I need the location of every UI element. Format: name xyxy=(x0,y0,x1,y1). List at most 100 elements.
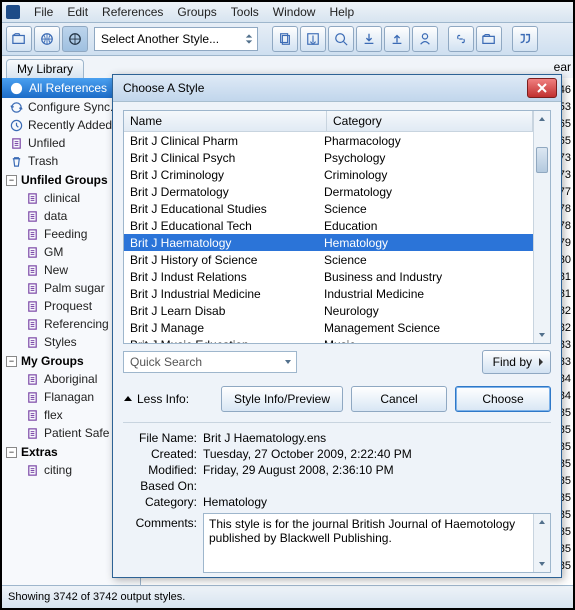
sidebar-item-label: Aboriginal xyxy=(44,372,97,386)
open-icon[interactable] xyxy=(476,26,502,52)
row-name: Brit J Dermatology xyxy=(124,185,320,199)
sidebar-item-label: Recently Added xyxy=(28,118,112,132)
list-row[interactable]: Brit J Music EducationMusic xyxy=(124,336,533,343)
sidebar-item-label: clinical xyxy=(44,191,80,205)
created-label: Created: xyxy=(123,447,203,461)
dialog-titlebar: Choose A Style xyxy=(113,75,561,102)
truncated-tab[interactable]: ear xyxy=(554,60,571,74)
row-name: Brit J Music Education xyxy=(124,338,320,344)
column-header-category[interactable]: Category xyxy=(327,111,533,131)
style-info-preview-button[interactable]: Style Info/Preview xyxy=(221,386,343,412)
comments-label: Comments: xyxy=(123,513,203,573)
column-header-name[interactable]: Name xyxy=(124,111,327,131)
list-row[interactable]: Brit J HaematologyHematology xyxy=(124,234,533,251)
globe-selected-icon[interactable] xyxy=(62,26,88,52)
row-name: Brit J Industrial Medicine xyxy=(124,287,320,301)
choose-style-dialog: Choose A Style Name Category Brit J Clin… xyxy=(112,74,562,578)
menu-window[interactable]: Window xyxy=(273,5,316,19)
user-icon[interactable] xyxy=(412,26,438,52)
list-row[interactable]: Brit J Indust RelationsBusiness and Indu… xyxy=(124,268,533,285)
find-by-button[interactable]: Find by xyxy=(482,350,551,374)
folder-new-icon[interactable] xyxy=(6,26,32,52)
menu-groups[interactable]: Groups xyxy=(177,5,216,19)
menu-bar: File Edit References Groups Tools Window… xyxy=(2,2,573,23)
list-row[interactable]: Brit J DermatologyDermatology xyxy=(124,183,533,200)
scrollbar[interactable] xyxy=(533,111,550,343)
close-button[interactable] xyxy=(527,78,557,98)
sidebar-item-label: Palm sugar xyxy=(44,281,105,295)
list-row[interactable]: Brit J Educational TechEducation xyxy=(124,217,533,234)
row-name: Brit J Haematology xyxy=(124,236,320,250)
sidebar-item-label: Referencing xyxy=(44,317,109,331)
sidebar-item-label: Trash xyxy=(28,154,58,168)
insert-icon[interactable] xyxy=(300,26,326,52)
sidebar-item-label: Styles xyxy=(44,335,77,349)
created-value: Tuesday, 27 October 2009, 2:22:40 PM xyxy=(203,447,551,461)
modified-label: Modified: xyxy=(123,463,203,477)
category-value: Hematology xyxy=(203,495,551,509)
list-rows[interactable]: Brit J Clinical PharmPharmacologyBrit J … xyxy=(124,132,533,343)
collapse-icon: − xyxy=(6,447,17,458)
link-icon[interactable] xyxy=(448,26,474,52)
sidebar-item-label: data xyxy=(44,209,67,223)
collapse-up-icon xyxy=(123,394,133,404)
list-header: Name Category xyxy=(124,111,533,132)
menu-file[interactable]: File xyxy=(34,5,53,19)
export-icon[interactable] xyxy=(384,26,410,52)
scroll-down-icon[interactable] xyxy=(534,327,550,343)
sidebar-item-label: Proquest xyxy=(44,299,92,313)
cancel-button[interactable]: Cancel xyxy=(351,386,447,412)
globe-icon[interactable] xyxy=(34,26,60,52)
sidebar-item-label: Flanagan xyxy=(44,390,94,404)
comments-textarea[interactable]: This style is for the journal British Jo… xyxy=(203,513,551,573)
quote-icon[interactable] xyxy=(512,26,538,52)
sidebar-item-label: Configure Sync.. xyxy=(28,100,117,114)
list-row[interactable]: Brit J Clinical PsychPsychology xyxy=(124,149,533,166)
menu-help[interactable]: Help xyxy=(329,5,354,19)
list-row[interactable]: Brit J ManageManagement Science xyxy=(124,319,533,336)
row-category: Business and Industry xyxy=(320,270,533,284)
sidebar-item-label: Feeding xyxy=(44,227,87,241)
dropdown-caret-icon xyxy=(245,33,253,45)
search-online-icon[interactable] xyxy=(328,26,354,52)
modified-value: Friday, 29 August 2008, 2:36:10 PM xyxy=(203,463,551,477)
list-row[interactable]: Brit J Clinical PharmPharmacology xyxy=(124,132,533,149)
style-info-panel: File Name:Brit J Haematology.ens Created… xyxy=(123,422,551,573)
row-name: Brit J History of Science xyxy=(124,253,320,267)
find-by-label: Find by xyxy=(493,355,532,369)
row-category: Hematology xyxy=(320,236,533,250)
list-row[interactable]: Brit J History of ScienceScience xyxy=(124,251,533,268)
menu-edit[interactable]: Edit xyxy=(67,5,88,19)
import-icon[interactable] xyxy=(356,26,382,52)
row-name: Brit J Clinical Pharm xyxy=(124,134,320,148)
less-info-toggle[interactable]: Less Info: xyxy=(123,392,189,406)
choose-button[interactable]: Choose xyxy=(455,386,551,412)
row-name: Brit J Learn Disab xyxy=(124,304,320,318)
less-info-label: Less Info: xyxy=(137,392,189,406)
row-category: Criminology xyxy=(320,168,533,182)
row-name: Brit J Educational Tech xyxy=(124,219,320,233)
tab-my-library[interactable]: My Library xyxy=(6,59,84,78)
scroll-up-icon[interactable] xyxy=(534,514,550,530)
list-row[interactable]: Brit J Learn DisabNeurology xyxy=(124,302,533,319)
scroll-thumb[interactable] xyxy=(536,147,548,173)
style-select-placeholder: Select Another Style... xyxy=(101,32,219,46)
list-row[interactable]: Brit J Industrial MedicineIndustrial Med… xyxy=(124,285,533,302)
style-select-dropdown[interactable]: Select Another Style... xyxy=(94,27,258,51)
quick-search-input[interactable]: Quick Search xyxy=(123,351,297,373)
sidebar-item-label: Patient Safe xyxy=(44,426,109,440)
copy-icon[interactable] xyxy=(272,26,298,52)
scroll-up-icon[interactable] xyxy=(534,111,550,127)
row-category: Psychology xyxy=(320,151,533,165)
menu-references[interactable]: References xyxy=(102,5,163,19)
list-row[interactable]: Brit J Educational StudiesScience xyxy=(124,200,533,217)
sidebar-item-label: Unfiled xyxy=(28,136,65,150)
row-name: Brit J Manage xyxy=(124,321,320,335)
list-row[interactable]: Brit J CriminologyCriminology xyxy=(124,166,533,183)
scroll-down-icon[interactable] xyxy=(534,556,550,572)
sidebar-item-label: GM xyxy=(44,245,63,259)
menu-tools[interactable]: Tools xyxy=(231,5,259,19)
row-name: Brit J Indust Relations xyxy=(124,270,320,284)
row-category: Science xyxy=(320,253,533,267)
scrollbar[interactable] xyxy=(533,514,550,572)
